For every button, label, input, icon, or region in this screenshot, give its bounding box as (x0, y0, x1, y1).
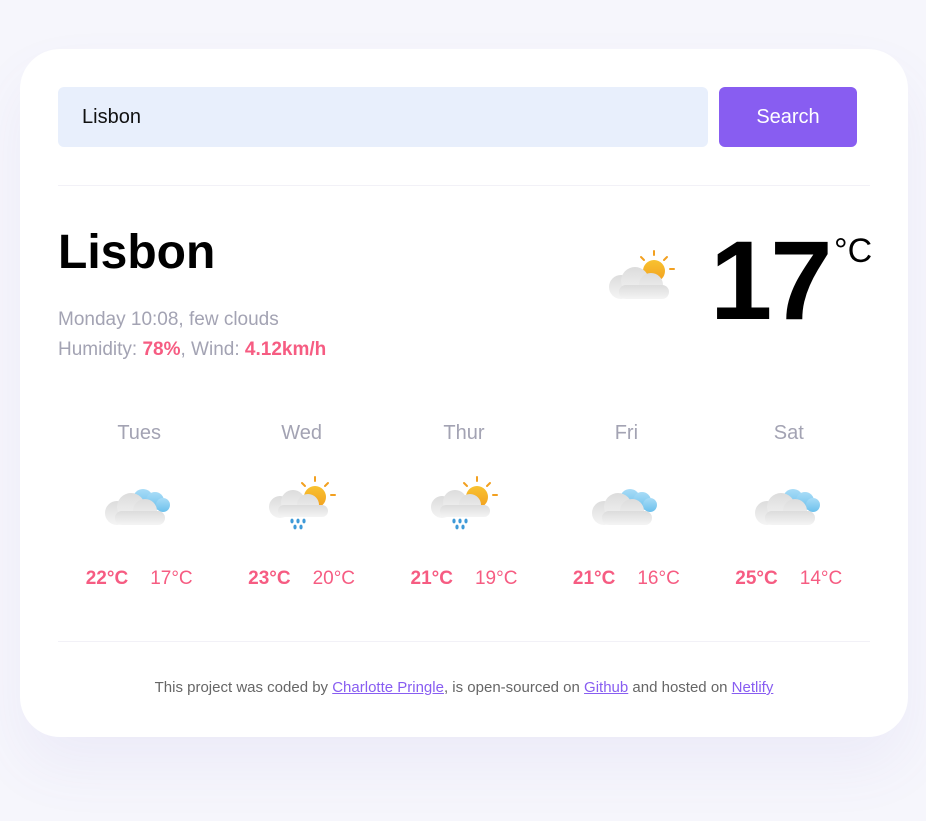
forecast-temps: 21°C 19°C (383, 565, 545, 593)
forecast-max-temp: 22°C (85, 568, 129, 589)
forecast-temps: 25°C 14°C (708, 565, 870, 593)
city-name: Lisbon (58, 226, 216, 279)
forecast-day: Sat 25°C 14°C (708, 419, 870, 593)
footer-text: , is open-sourced on (443, 679, 585, 696)
forecast-min-temp: 16°C (637, 568, 680, 589)
forecast-max-temp: 25°C (735, 568, 778, 589)
forecast-temps: 21°C 16°C (545, 565, 707, 593)
forecast-temps: 23°C 20°C (220, 565, 382, 593)
forecast: Tues 22°C 17°C Wed 23°C 20°C Thur 21°C 1… (58, 419, 870, 593)
forecast-min-temp: 20°C (312, 568, 356, 589)
forecast-day-name: Wed (281, 422, 322, 444)
divider (58, 185, 870, 186)
cloudy-icon (754, 489, 820, 525)
forecast-min-temp: 17°C (150, 568, 193, 589)
search-button[interactable]: Search (719, 87, 857, 147)
cloudy-icon (105, 489, 171, 525)
github-link[interactable]: Github (584, 679, 628, 696)
forecast-day: Fri 21°C 16°C (545, 419, 707, 593)
forecast-day-name: Tues (117, 422, 162, 444)
cloudy-icon (592, 489, 658, 525)
forecast-min-temp: 14°C (799, 568, 843, 589)
forecast-min-temp: 19°C (474, 568, 518, 589)
search-form: Search (58, 87, 857, 147)
humidity-value: 78% (142, 339, 181, 360)
humidity-wind: Humidity: 78%, Wind: 4.12km/h (58, 335, 326, 365)
humidity-label: Humidity: (58, 339, 143, 360)
divider (58, 641, 870, 642)
netlify-link[interactable]: Netlify (732, 679, 774, 696)
current-details: Monday 10:08, few clouds Humidity: 78%, … (58, 305, 326, 365)
datetime-description: Monday 10:08, few clouds (58, 309, 279, 330)
forecast-temps: 22°C 17°C (58, 565, 220, 593)
author-link[interactable]: Charlotte Pringle (332, 679, 444, 696)
weather-card: Search Lisbon Monday 10:08, few clouds H… (20, 49, 908, 737)
forecast-day-name: Thur (443, 422, 485, 444)
forecast-day-name: Fri (614, 422, 639, 444)
footer-text: and hosted on (628, 679, 732, 696)
forecast-day-name: Sat (773, 422, 804, 444)
rain-sun-icon (268, 476, 336, 530)
forecast-max-temp: 21°C (572, 568, 616, 589)
footer-text: This project was coded by (154, 679, 333, 696)
wind-label: , Wind: (180, 339, 245, 360)
few-clouds-icon (609, 250, 675, 299)
wind-value: 4.12km/h (244, 339, 327, 360)
temperature-unit: °C (834, 232, 873, 270)
forecast-day: Thur 21°C 19°C (383, 419, 545, 593)
forecast-day: Tues 22°C 17°C (58, 419, 220, 593)
footer: This project was coded by Charlotte Prin… (20, 679, 908, 696)
forecast-max-temp: 21°C (410, 568, 453, 589)
search-input[interactable] (58, 87, 708, 147)
current-temperature: 17 (710, 218, 833, 343)
forecast-max-temp: 23°C (248, 568, 291, 589)
forecast-day: Wed 23°C 20°C (220, 419, 382, 593)
rain-sun-icon (430, 476, 498, 530)
